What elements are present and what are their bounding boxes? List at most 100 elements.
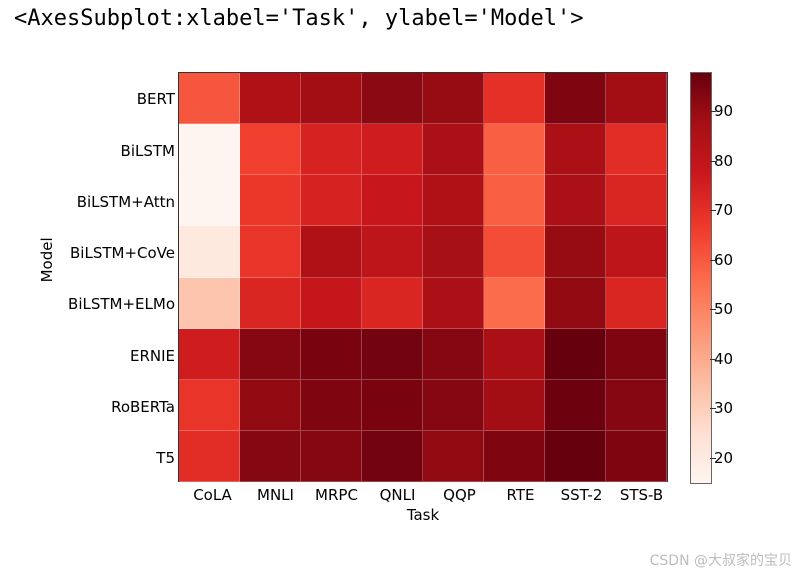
- x-tick-label: QQP: [437, 486, 482, 504]
- heatmap-plot: Model BERT BiLSTM BiLSTM+Attn BiLSTM+CoV…: [30, 60, 775, 530]
- heatmap-cell: [423, 278, 484, 329]
- colorbar-tick: 40: [714, 350, 733, 368]
- page: <AxesSubplot:xlabel='Task', ylabel='Mode…: [0, 0, 802, 574]
- heatmap-cell: [362, 380, 423, 431]
- x-tick-label: CoLA: [190, 486, 235, 504]
- heatmap-cell: [240, 380, 301, 431]
- heatmap-row: [179, 124, 667, 175]
- heatmap-cell: [606, 124, 667, 175]
- heatmap-cell: [362, 329, 423, 380]
- heatmap-cell: [179, 380, 240, 431]
- heatmap-cell: [362, 175, 423, 226]
- heatmap-cell: [423, 73, 484, 124]
- heatmap-cell: [179, 278, 240, 329]
- colorbar-tick: 50: [714, 300, 733, 318]
- heatmap-row: [179, 175, 667, 226]
- colorbar-tick: 90: [714, 102, 733, 120]
- heatmap-cell: [484, 431, 545, 482]
- heatmap-cell: [545, 329, 606, 380]
- heatmap-row: [179, 329, 667, 380]
- y-tick-label: T5: [156, 449, 175, 467]
- heatmap-row: [179, 73, 667, 124]
- x-tick-label: MNLI: [253, 486, 298, 504]
- heatmap-cell: [240, 278, 301, 329]
- x-axis-label: Task: [178, 506, 668, 524]
- heatmap-cell: [179, 329, 240, 380]
- y-tick-label: BiLSTM+ELMo: [68, 295, 175, 313]
- heatmap-cell: [545, 278, 606, 329]
- heatmap-cell: [362, 73, 423, 124]
- heatmap-cell: [545, 431, 606, 482]
- heatmap-cell: [362, 431, 423, 482]
- x-tick-label: STS-B: [614, 486, 669, 504]
- heatmap-cell: [423, 329, 484, 380]
- heatmap-row: [179, 226, 667, 277]
- heatmap-cell: [362, 278, 423, 329]
- y-tick-label: BERT: [137, 90, 175, 108]
- heatmap-cell: [179, 73, 240, 124]
- heatmap-cell: [179, 175, 240, 226]
- heatmap: [178, 72, 668, 482]
- heatmap-cell: [484, 278, 545, 329]
- repr-output: <AxesSubplot:xlabel='Task', ylabel='Mode…: [14, 6, 584, 31]
- heatmap-cell: [423, 380, 484, 431]
- colorbar: [690, 72, 712, 484]
- heatmap-cell: [606, 278, 667, 329]
- heatmap-cell: [606, 431, 667, 482]
- y-tick-label: BiLSTM+Attn: [77, 193, 175, 211]
- heatmap-cell: [545, 175, 606, 226]
- heatmap-cell: [423, 124, 484, 175]
- heatmap-cell: [301, 380, 362, 431]
- heatmap-cell: [484, 124, 545, 175]
- heatmap-cell: [179, 431, 240, 482]
- heatmap-cell: [606, 380, 667, 431]
- heatmap-cell: [484, 226, 545, 277]
- y-tick-label: ERNIE: [130, 347, 175, 365]
- heatmap-row: [179, 431, 667, 482]
- heatmap-cell: [301, 278, 362, 329]
- heatmap-row: [179, 278, 667, 329]
- heatmap-cell: [240, 431, 301, 482]
- x-tick-label: SST-2: [554, 486, 609, 504]
- heatmap-cell: [240, 124, 301, 175]
- heatmap-cell: [301, 124, 362, 175]
- heatmap-cell: [606, 73, 667, 124]
- heatmap-cell: [240, 226, 301, 277]
- heatmap-cell: [545, 73, 606, 124]
- heatmap-cell: [545, 226, 606, 277]
- heatmap-cell: [301, 226, 362, 277]
- colorbar-tick: 60: [714, 251, 733, 269]
- heatmap-cell: [484, 73, 545, 124]
- y-tick-label: RoBERTa: [111, 398, 175, 416]
- heatmap-cell: [484, 380, 545, 431]
- heatmap-cell: [179, 226, 240, 277]
- heatmap-cell: [301, 329, 362, 380]
- y-axis-label: Model: [38, 237, 56, 282]
- watermark: CSDN @大叔家的宝贝: [650, 550, 792, 570]
- heatmap-cell: [240, 175, 301, 226]
- heatmap-cell: [362, 226, 423, 277]
- heatmap-cell: [606, 175, 667, 226]
- x-tick-label: QNLI: [375, 486, 420, 504]
- heatmap-cell: [606, 226, 667, 277]
- heatmap-cell: [179, 124, 240, 175]
- heatmap-cell: [423, 175, 484, 226]
- heatmap-cell: [606, 329, 667, 380]
- heatmap-cell: [240, 329, 301, 380]
- y-tick-label: BiLSTM: [121, 142, 175, 160]
- colorbar-tick: 70: [714, 201, 733, 219]
- heatmap-cell: [301, 431, 362, 482]
- heatmap-cell: [484, 329, 545, 380]
- heatmap-cell: [301, 175, 362, 226]
- x-tick-label: MRPC: [314, 486, 359, 504]
- colorbar-tick: 20: [714, 449, 733, 467]
- y-tick-label: BiLSTM+CoVe: [70, 244, 175, 262]
- colorbar-tick: 30: [714, 399, 733, 417]
- heatmap-cell: [484, 175, 545, 226]
- heatmap-cell: [423, 431, 484, 482]
- heatmap-cell: [545, 380, 606, 431]
- heatmap-cell: [240, 73, 301, 124]
- heatmap-cell: [545, 124, 606, 175]
- heatmap-cell: [362, 124, 423, 175]
- heatmap-cell: [301, 73, 362, 124]
